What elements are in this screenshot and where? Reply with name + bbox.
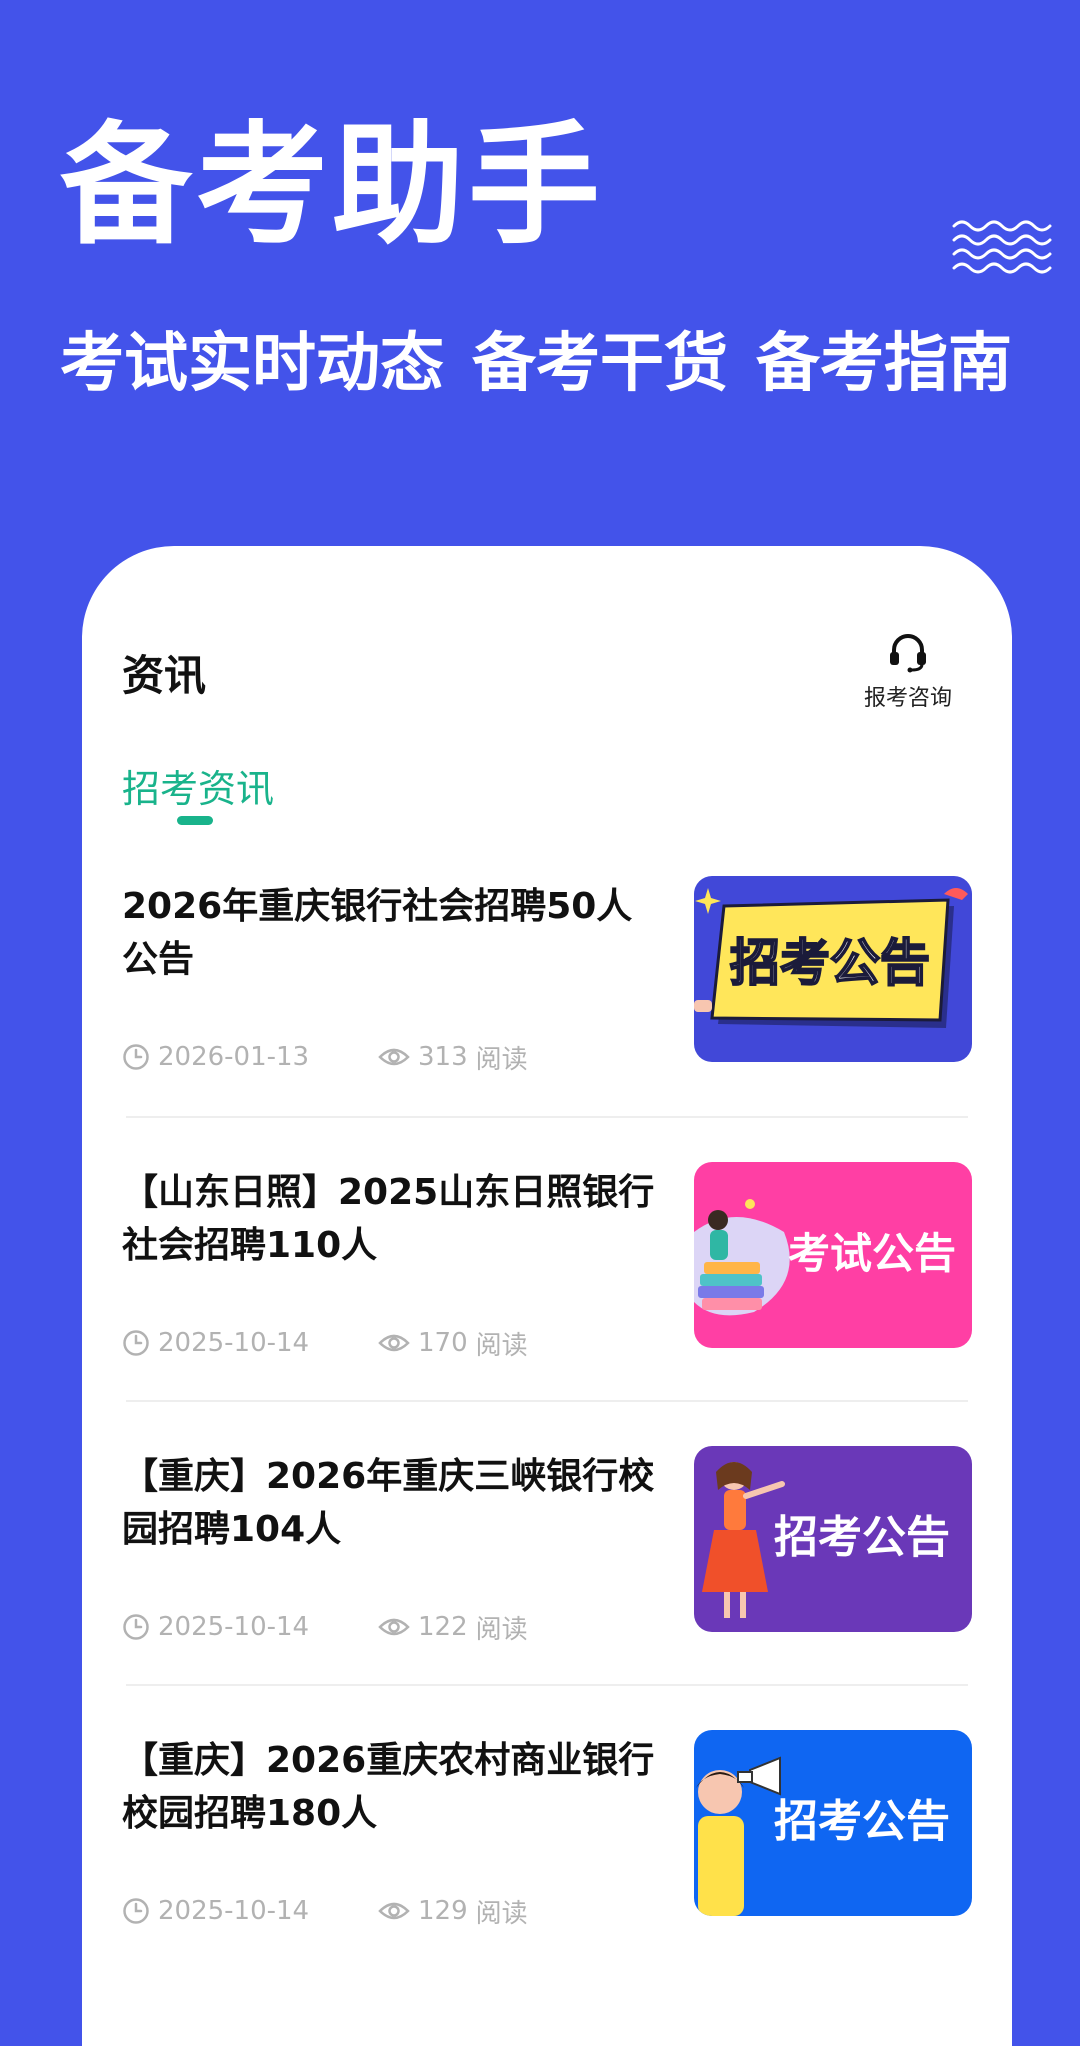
divider [126,1684,968,1686]
clock-icon [123,1044,149,1070]
news-card: 资讯 报考咨询 招考资讯 2026年重庆银行社会招聘50人公告 2026-01-… [82,546,1012,2046]
article-thumbnail: 考试公告 [694,1162,972,1348]
divider [126,1116,968,1118]
article-views-unit: 阅读 [475,1898,528,1929]
article-date: 2025-10-14 [158,1896,310,1926]
thumbnail-text: 招考公告 [730,934,930,992]
hero-subtitle: 考试实时动态 备考干货 备考指南 [60,332,1040,396]
thumbnail-text: 招考公告 [774,1796,950,1847]
headset-icon [890,634,926,673]
article-item[interactable]: 2026年重庆银行社会招聘50人公告 2026-01-13 313 阅读 招考公… [122,876,972,1075]
clock-icon [123,1614,149,1640]
divider [126,1400,968,1402]
article-thumbnail: 招考公告 [694,876,972,1062]
hero-subtitle-part: 考试实时动态 [60,327,444,401]
article-meta: 2025-10-14 122 阅读 [122,1610,528,1645]
article-views: 170 [418,1328,468,1358]
hero-title: 备考助手 [60,109,604,263]
consult-button[interactable]: 报考咨询 [848,630,968,712]
article-views: 122 [418,1612,468,1642]
article-views: 129 [418,1896,468,1926]
article-date: 2026-01-13 [158,1042,310,1072]
article-item[interactable]: 【重庆】2026重庆农村商业银行校园招聘180人 2025-10-14 129 … [122,1730,972,1929]
article-item[interactable]: 【山东日照】2025山东日照银行社会招聘110人 2025-10-14 170 … [122,1162,972,1361]
wave-lines-icon [952,220,1052,274]
tab-recruitment-news[interactable]: 招考资讯 [122,758,274,813]
article-title: 【重庆】2026重庆农村商业银行校园招聘180人 [122,1740,655,1834]
article-views-unit: 阅读 [475,1330,528,1361]
consult-label: 报考咨询 [863,686,952,711]
article-views-unit: 阅读 [475,1044,528,1075]
hero-subtitle-part: 备考干货 [472,327,728,401]
hero-subtitle-part: 备考指南 [756,327,1012,401]
article-title: 【山东日照】2025山东日照银行社会招聘110人 [122,1172,655,1266]
article-meta: 2025-10-14 129 阅读 [122,1894,528,1929]
article-title: 【重庆】2026年重庆三峡银行校园招聘104人 [122,1456,655,1550]
tab-active-indicator [177,816,213,825]
article-date: 2025-10-14 [158,1328,310,1358]
clock-icon [123,1330,149,1356]
eye-icon [378,1902,410,1920]
article-thumbnail: 招考公告 [694,1446,972,1632]
clock-icon [123,1898,149,1924]
thumbnail-text: 考试公告 [788,1229,956,1278]
article-title: 2026年重庆银行社会招聘50人公告 [122,886,633,980]
article-views: 313 [418,1042,468,1072]
article-item[interactable]: 【重庆】2026年重庆三峡银行校园招聘104人 2025-10-14 122 阅… [122,1446,972,1645]
section-title: 资讯 [122,651,207,700]
article-date: 2025-10-14 [158,1612,310,1642]
article-meta: 2025-10-14 170 阅读 [122,1326,528,1361]
article-views-unit: 阅读 [475,1614,528,1645]
article-meta: 2026-01-13 313 阅读 [122,1040,528,1075]
eye-icon [378,1334,410,1352]
eye-icon [378,1048,410,1066]
thumbnail-text: 招考公告 [774,1512,950,1563]
article-thumbnail: 招考公告 [694,1730,972,1916]
eye-icon [378,1618,410,1636]
